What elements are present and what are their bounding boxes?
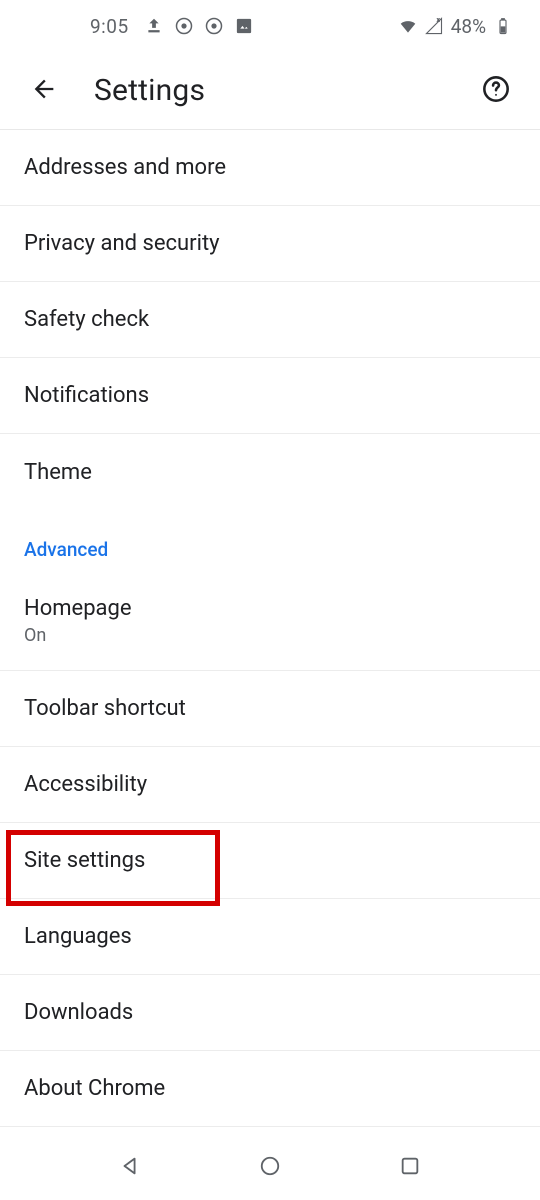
broadcast2-icon (205, 17, 223, 35)
row-label: Addresses and more (24, 155, 516, 180)
notifications-row[interactable]: Notifications (0, 358, 540, 434)
status-bar: 9:05 x 48% (0, 0, 540, 52)
arrow-back-icon (30, 75, 58, 107)
triangle-back-icon (119, 1155, 141, 1181)
row-label: Site settings (24, 848, 516, 873)
help-icon (482, 75, 510, 107)
toolbar-shortcut-row[interactable]: Toolbar shortcut (0, 671, 540, 747)
advanced-header: Advanced (0, 510, 540, 571)
row-sublabel: On (24, 625, 516, 646)
addresses-row[interactable]: Addresses and more (0, 130, 540, 206)
accessibility-row[interactable]: Accessibility (0, 747, 540, 823)
theme-row[interactable]: Theme (0, 434, 540, 510)
row-label: Toolbar shortcut (24, 696, 516, 721)
settings-list: Addresses and more Privacy and security … (0, 130, 540, 1127)
battery-icon (494, 17, 512, 35)
row-label: Safety check (24, 307, 516, 332)
row-label: About Chrome (24, 1076, 516, 1101)
row-label: Accessibility (24, 772, 516, 797)
upload-icon (145, 17, 163, 35)
page-title: Settings (94, 73, 474, 108)
battery-text: 48% (451, 15, 486, 38)
row-label: Theme (24, 460, 516, 485)
row-label: Languages (24, 924, 516, 949)
nav-back-button[interactable] (112, 1150, 148, 1186)
row-label: Homepage (24, 596, 516, 621)
about-chrome-row[interactable]: About Chrome (0, 1051, 540, 1127)
nav-home-button[interactable] (252, 1150, 288, 1186)
downloads-row[interactable]: Downloads (0, 975, 540, 1051)
back-button[interactable] (22, 69, 66, 113)
image-icon (235, 17, 253, 35)
row-label: Notifications (24, 383, 516, 408)
status-time: 9:05 (90, 15, 129, 38)
site-settings-row[interactable]: Site settings (0, 823, 540, 899)
wifi-icon (399, 17, 417, 35)
row-label: Downloads (24, 1000, 516, 1025)
help-button[interactable] (474, 69, 518, 113)
system-nav-bar (0, 1136, 540, 1200)
square-recents-icon (399, 1155, 421, 1181)
safety-row[interactable]: Safety check (0, 282, 540, 358)
privacy-row[interactable]: Privacy and security (0, 206, 540, 282)
nav-recents-button[interactable] (392, 1150, 428, 1186)
row-label: Privacy and security (24, 231, 516, 256)
circle-home-icon (259, 1155, 281, 1181)
svg-text:x: x (437, 18, 440, 24)
homepage-row[interactable]: Homepage On (0, 571, 540, 671)
languages-row[interactable]: Languages (0, 899, 540, 975)
signal-icon: x (425, 17, 443, 35)
app-bar: Settings (0, 52, 540, 130)
broadcast-icon (175, 17, 193, 35)
